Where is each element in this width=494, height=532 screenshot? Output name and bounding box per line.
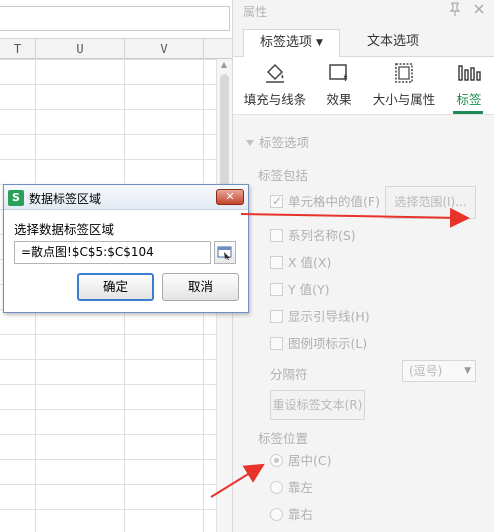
checkbox-y-value[interactable]: Y 值(Y) (270, 282, 330, 298)
checkbox-label: X 值(X) (288, 255, 332, 270)
chevron-down-icon: ▼ (464, 366, 471, 376)
checkbox-label: 系列名称(S) (288, 228, 356, 243)
checkbox-box[interactable] (270, 256, 283, 269)
checkbox-label: Y 值(Y) (288, 282, 330, 297)
checkbox-label: 图例项标示(L) (288, 336, 368, 351)
formula-bar (0, 0, 232, 38)
dialog-title: 数据标签区域 (29, 192, 102, 206)
dialog-titlebar[interactable]: S 数据标签区域 ✕ (4, 185, 248, 210)
panel-title: 属性 (243, 5, 268, 19)
radio-left[interactable]: 靠左 (270, 480, 313, 496)
radio-circle[interactable] (270, 454, 283, 467)
radio-circle[interactable] (270, 481, 283, 494)
separator-select[interactable]: (逗号) ▼ (402, 360, 476, 382)
checkbox-box[interactable] (270, 337, 283, 350)
column-header-v[interactable]: V (125, 39, 204, 59)
radio-label: 靠左 (288, 480, 314, 495)
section-label-options[interactable]: 标签选项 (246, 132, 309, 151)
range-picker-icon (217, 246, 232, 260)
range-picker-button[interactable] (214, 241, 236, 264)
formula-input[interactable] (0, 6, 230, 31)
column-header-t[interactable]: T (0, 39, 36, 59)
category-label: 效果 (326, 92, 352, 107)
checkbox-box[interactable] (270, 193, 283, 209)
close-icon[interactable]: ✕ (216, 189, 244, 205)
column-header-row: T U V (0, 38, 232, 59)
radio-label: 居中(C) (288, 453, 332, 468)
select-range-button[interactable]: 选择范围(I)... (385, 186, 476, 219)
size-icon (395, 63, 413, 83)
reset-label-text-button[interactable]: 重设标签文本(R) (270, 390, 365, 420)
close-panel-icon[interactable] (473, 0, 489, 16)
tab-label-options-text: 标签选项 (260, 35, 313, 50)
checkbox-label: 单元格中的值(F) (288, 194, 380, 209)
checkbox-box[interactable] (270, 229, 283, 242)
property-panel: 属性 标签选项 ▼ 文本选项 填充与线条 效果 大小与属性 标签 标签选项 标签包… (232, 0, 494, 532)
tab-label-options[interactable]: 标签选项 ▼ (243, 29, 340, 57)
effects-icon (329, 64, 348, 81)
label-bars-icon (458, 65, 481, 81)
cancel-button[interactable]: 取消 (162, 273, 239, 301)
checkbox-cell-value[interactable]: 单元格中的值(F) (270, 193, 380, 210)
radio-circle[interactable] (270, 508, 283, 521)
dialog-prompt: 选择数据标签区域 (14, 222, 115, 237)
checkbox-label: 显示引导线(H) (288, 309, 370, 324)
category-label-tab[interactable]: 标签 (453, 61, 485, 108)
checkbox-x-value[interactable]: X 值(X) (270, 255, 331, 271)
column-header-u[interactable]: U (36, 39, 125, 59)
category-label: 标签 (456, 92, 482, 107)
radio-right[interactable]: 靠右 (270, 507, 313, 523)
radio-center[interactable]: 居中(C) (270, 453, 331, 469)
category-label: 填充与线条 (243, 92, 307, 107)
checkbox-legend-key[interactable]: 图例项标示(L) (270, 336, 367, 352)
app-logo-icon: S (8, 190, 24, 206)
category-icon-row: 填充与线条 效果 大小与属性 标签 (233, 57, 494, 115)
chevron-down-icon: ▼ (316, 38, 323, 48)
active-category-underline (453, 111, 483, 114)
separator-value: (逗号) (409, 364, 443, 378)
category-size-properties[interactable]: 大小与属性 (371, 61, 437, 108)
category-fill-line[interactable]: 填充与线条 (243, 61, 307, 108)
category-effects[interactable]: 效果 (323, 61, 355, 108)
separator-label: 分隔符 (270, 367, 308, 382)
checkbox-box[interactable] (270, 283, 283, 296)
paint-bucket-icon (266, 63, 284, 83)
pin-icon[interactable] (448, 2, 464, 18)
scroll-up-arrow-icon[interactable]: ▲ (218, 60, 230, 70)
range-input[interactable]: =散点图!$C$5:$C$104 (14, 241, 211, 264)
checkbox-series-name[interactable]: 系列名称(S) (270, 228, 356, 244)
category-label: 大小与属性 (372, 92, 436, 107)
label-contains-heading: 标签包括 (258, 168, 309, 183)
checkbox-leader-lines[interactable]: 显示引导线(H) (270, 309, 370, 325)
radio-label: 靠右 (288, 507, 314, 522)
label-position-heading: 标签位置 (258, 431, 309, 446)
tab-text-options[interactable]: 文本选项 (348, 29, 438, 57)
checkbox-box[interactable] (270, 310, 283, 323)
ok-button[interactable]: 确定 (77, 273, 154, 301)
collapse-arrow-icon (246, 140, 254, 146)
section-title: 标签选项 (259, 135, 310, 150)
data-label-range-dialog: S 数据标签区域 ✕ 选择数据标签区域 =散点图!$C$5:$C$104 确定 … (3, 184, 249, 313)
